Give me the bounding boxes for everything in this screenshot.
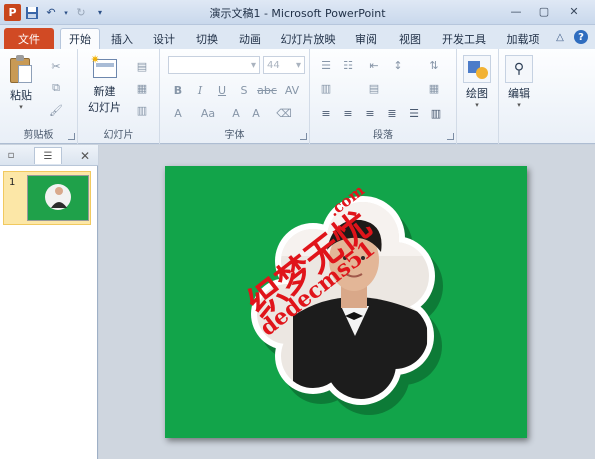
tab-file[interactable]: 文件: [4, 28, 54, 49]
title-bar: P ↶ ▾ ↻ ▾ 演示文稿1 - Microsoft PowerPoint —…: [0, 0, 595, 25]
char-spacing-icon[interactable]: AV: [284, 83, 300, 97]
font-size-combo[interactable]: 44 ▾: [263, 56, 305, 74]
text-columns-icon[interactable]: ▥: [428, 106, 444, 120]
align-right-icon[interactable]: ≡: [362, 106, 378, 120]
binoculars-icon: ⚲: [505, 55, 533, 83]
align-left-icon[interactable]: ≡: [318, 106, 334, 120]
paragraph-group: ☰ ☷ ⇤ ↕ ⇅ ▥ ▤ ▦ ≡ ≡ ≡ ≣ ☰ ▥ 段落: [310, 49, 457, 144]
font-color-icon[interactable]: A: [170, 106, 186, 120]
reset-icon[interactable]: ▦: [134, 81, 150, 95]
tab-addins[interactable]: 加载项: [500, 28, 546, 49]
shrink-font-icon[interactable]: A: [248, 106, 264, 120]
grow-font-icon[interactable]: A: [228, 106, 244, 120]
section-icon[interactable]: ▥: [134, 103, 150, 117]
minimize-ribbon-icon[interactable]: △: [553, 30, 567, 44]
layout-icon[interactable]: ▤: [134, 59, 150, 73]
slide-number: 1: [9, 177, 16, 188]
clipboard-group: 粘贴 ▾ ✂ ⧉ 🖌 剪贴板: [0, 49, 78, 144]
help-icon[interactable]: ?: [574, 30, 588, 44]
tab-home[interactable]: 开始: [60, 28, 100, 49]
change-case-button[interactable]: Aa: [198, 106, 218, 120]
drawing-button[interactable]: 绘图 ▾: [463, 55, 491, 109]
pane-tabs: ▫ ☰ ✕: [0, 145, 98, 166]
outline-tab-icon[interactable]: ☰: [34, 147, 62, 164]
slide-thumbnail[interactable]: [27, 175, 89, 221]
align-center-icon[interactable]: ≡: [340, 106, 356, 120]
restore-icon[interactable]: ▢: [533, 2, 555, 20]
close-pane-icon[interactable]: ✕: [76, 147, 94, 164]
slides-pane: ▫ ☰ ✕ 1: [0, 145, 98, 459]
copy-icon[interactable]: ⧉: [48, 81, 64, 95]
clear-format-icon[interactable]: ⌫: [276, 106, 292, 120]
slide-thumbnail-row[interactable]: 1: [3, 171, 91, 225]
font-name-dropdown-icon[interactable]: ▾: [251, 60, 256, 71]
minimize-icon[interactable]: —: [505, 2, 527, 20]
ribbon: 粘贴 ▾ ✂ ⧉ 🖌 剪贴板 ✷ 新建 幻灯片 ▤ ▦ ▥ 幻灯片 ▾ 44 ▾ …: [0, 49, 595, 144]
smartart-icon[interactable]: ▦: [426, 81, 442, 95]
clipboard-launcher-icon[interactable]: [68, 133, 75, 140]
slides-group-label: 幻灯片: [103, 130, 134, 141]
new-slide-label-2: 幻灯片: [88, 101, 121, 114]
numbering-icon[interactable]: ☷: [340, 58, 356, 72]
cut-icon[interactable]: ✂: [48, 59, 64, 73]
columns-icon[interactable]: ▥: [318, 81, 334, 95]
text-direction-icon[interactable]: ⇅: [426, 58, 442, 72]
slide-workspace: 织梦无忧 .com dedecms51: [99, 145, 595, 459]
editing-group: ⚲ 编辑 ▾: [499, 49, 541, 144]
clipboard-group-label: 剪贴板: [23, 130, 54, 141]
distribute-icon[interactable]: ☰: [406, 106, 422, 120]
new-slide-button[interactable]: ✷ 新建 幻灯片: [88, 54, 121, 115]
font-size-value: 44: [267, 59, 280, 71]
paragraph-launcher-icon[interactable]: [447, 133, 454, 140]
bold-button[interactable]: B: [170, 83, 186, 97]
editing-dropdown-icon[interactable]: ▾: [517, 101, 521, 109]
tab-developer[interactable]: 开发工具: [436, 28, 492, 49]
justify-icon[interactable]: ≣: [384, 106, 400, 120]
editing-label: 编辑: [508, 87, 530, 100]
shadow-button[interactable]: S: [236, 83, 252, 97]
ribbon-tabs: 文件 开始 插入 设计 切换 动画 幻灯片放映 审阅 视图 开发工具 加载项 △…: [0, 25, 595, 49]
shapes-icon: [463, 55, 491, 83]
decrease-indent-icon[interactable]: ⇤: [366, 58, 382, 72]
font-group-label: 字体: [224, 130, 245, 141]
font-group: ▾ 44 ▾ B I U S abc AV A Aa A A ⌫ 字体: [160, 49, 310, 144]
new-slide-icon: ✷: [91, 54, 119, 81]
paragraph-group-label: 段落: [373, 130, 393, 141]
bullets-icon[interactable]: ☰: [318, 58, 334, 72]
paste-button[interactable]: 粘贴 ▾: [8, 55, 34, 111]
paste-label: 粘贴: [10, 89, 32, 102]
tab-transitions[interactable]: 切换: [189, 28, 225, 49]
tab-slideshow[interactable]: 幻灯片放映: [276, 28, 340, 49]
tab-design[interactable]: 设计: [146, 28, 182, 49]
line-spacing-icon[interactable]: ↕: [390, 58, 406, 72]
close-icon[interactable]: ✕: [563, 2, 585, 20]
font-name-combo[interactable]: ▾: [168, 56, 260, 74]
tab-animations[interactable]: 动画: [232, 28, 268, 49]
font-launcher-icon[interactable]: [300, 133, 307, 140]
strikethrough-button[interactable]: abc: [256, 83, 278, 97]
paste-dropdown-icon[interactable]: ▾: [19, 103, 23, 111]
tab-insert[interactable]: 插入: [104, 28, 140, 49]
tab-review[interactable]: 审阅: [348, 28, 384, 49]
align-text-icon[interactable]: ▤: [366, 81, 382, 95]
slide-canvas[interactable]: 织梦无忧 .com dedecms51: [165, 166, 527, 438]
underline-button[interactable]: U: [214, 83, 230, 97]
tab-view[interactable]: 视图: [392, 28, 428, 49]
italic-button[interactable]: I: [192, 83, 208, 97]
drawing-group: 绘图 ▾: [457, 49, 499, 144]
new-slide-label-1: 新建: [93, 85, 116, 98]
drawing-label: 绘图: [466, 87, 488, 100]
slides-group: ✷ 新建 幻灯片 ▤ ▦ ▥ 幻灯片: [78, 49, 160, 144]
editing-button[interactable]: ⚲ 编辑 ▾: [505, 55, 533, 109]
drawing-dropdown-icon[interactable]: ▾: [475, 101, 479, 109]
slides-tab-icon[interactable]: ▫: [3, 147, 19, 164]
thumbnail-photo-icon: [45, 184, 71, 210]
format-painter-icon[interactable]: 🖌: [48, 103, 64, 117]
paste-icon: [8, 55, 34, 85]
font-size-dropdown-icon[interactable]: ▾: [296, 60, 301, 71]
